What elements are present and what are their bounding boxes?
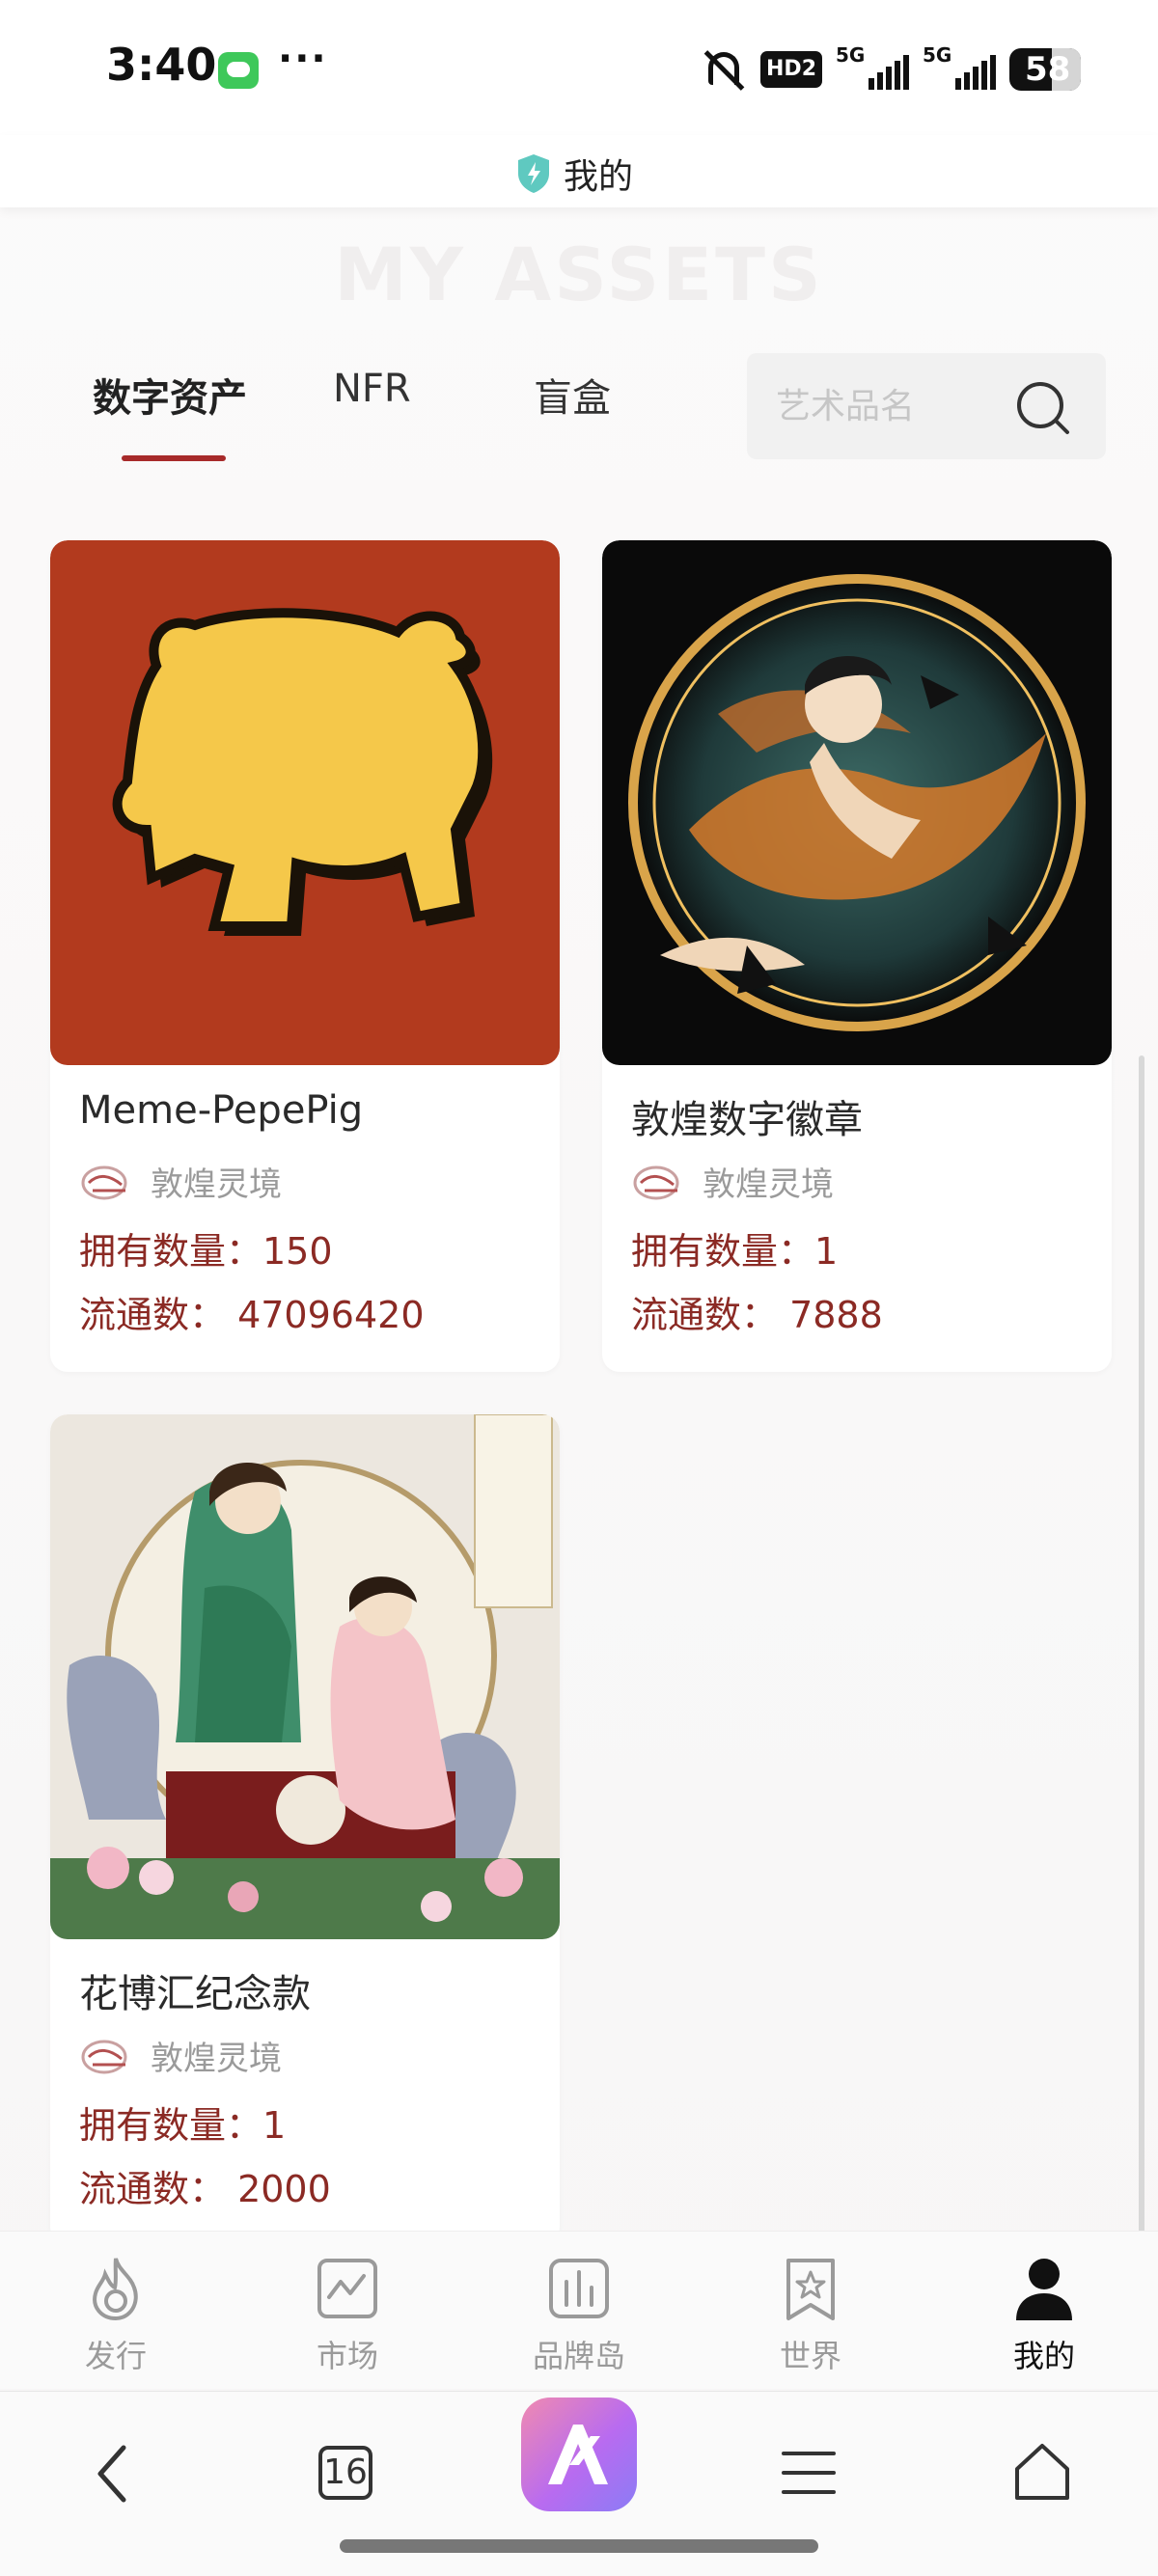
nav-item-issue[interactable]: 发行 <box>53 2253 179 2376</box>
asset-image-dunhuang-badge <box>602 540 1112 1065</box>
home-indicator[interactable] <box>340 2539 818 2553</box>
signal-icon-2: 5G <box>923 43 996 90</box>
app-logo-icon <box>548 2425 608 2484</box>
owned-count: 拥有数量：1 <box>79 2104 287 2147</box>
star-bookmark-icon <box>786 2259 835 2320</box>
brand-name: 敦煌灵境 <box>151 1165 282 1204</box>
page-title: 我的 <box>564 157 634 197</box>
tab-digital-assets[interactable]: 数字资产 <box>93 367 247 423</box>
search-box <box>747 353 1106 459</box>
brand-logo-icon <box>81 1165 127 1199</box>
active-tab-indicator <box>122 455 226 461</box>
watermark-heading: MY ASSETS <box>334 232 824 317</box>
brand-row: 敦煌灵境 <box>79 1158 282 1205</box>
asset-name: 花博汇纪念款 <box>79 1972 311 2016</box>
brand-row: 敦煌灵境 <box>631 1158 834 1205</box>
more-notifications-icon: ··· <box>278 37 328 81</box>
bottom-nav: 发行 市场 品牌岛 世界 我的 <box>0 2231 1158 2389</box>
tab-blind-box[interactable]: 盲盒 <box>534 367 611 423</box>
brand-logo-icon <box>81 2040 127 2073</box>
tab-nfr[interactable]: NFR <box>333 367 411 411</box>
brand-row: 敦煌灵境 <box>79 2032 282 2079</box>
hd-voice-icon: HD2 <box>760 51 822 88</box>
mute-icon <box>701 48 747 91</box>
nav-label: 世界 <box>779 2338 841 2374</box>
flame-icon <box>93 2258 138 2321</box>
menu-icon[interactable] <box>780 2446 838 2500</box>
scrollbar[interactable] <box>1139 1055 1144 2316</box>
status-bar: 3:40 ··· HD2 5G 5G 58 <box>0 0 1158 135</box>
bar-chart-icon <box>549 2259 609 2318</box>
asset-card[interactable]: 花博汇纪念款 敦煌灵境 拥有数量：1 流通数： 2000 <box>50 1414 560 2244</box>
status-time: 3:40 <box>106 39 217 91</box>
circulation-count: 流通数： 2000 <box>79 2168 331 2210</box>
asset-image-flower-expo <box>50 1414 560 1939</box>
circulation-count: 流通数： 7888 <box>631 1294 883 1336</box>
asset-image-pepepig <box>50 540 560 1065</box>
owned-count: 拥有数量：1 <box>631 1230 839 1273</box>
asset-card[interactable]: 敦煌数字徽章 敦煌灵境 拥有数量：1 流通数： 7888 <box>602 540 1112 1372</box>
network-type-label: 5G <box>923 43 952 67</box>
asset-card[interactable]: Meme-PepePig 敦煌灵境 拥有数量：150 流通数： 47096420 <box>50 540 560 1372</box>
battery-level: 58 <box>1025 50 1071 89</box>
nav-label: 发行 <box>84 2338 147 2374</box>
page-header: 我的 <box>0 135 1158 207</box>
brand-name: 敦煌灵境 <box>703 1165 834 1204</box>
back-chevron-icon[interactable] <box>89 2440 137 2507</box>
dunhuang-apsara-image <box>628 574 1086 1031</box>
tab-count-button[interactable]: 16 <box>318 2446 372 2500</box>
search-icon[interactable] <box>1015 380 1071 436</box>
nav-label: 市场 <box>316 2338 378 2374</box>
nav-item-mine[interactable]: 我的 <box>981 2253 1107 2376</box>
home-icon[interactable] <box>1011 2440 1073 2504</box>
nav-item-market[interactable]: 市场 <box>285 2253 410 2376</box>
search-input[interactable] <box>776 380 998 432</box>
owned-count: 拥有数量：150 <box>79 1230 333 1273</box>
nav-label: 品牌岛 <box>532 2338 625 2374</box>
nav-item-brand-island[interactable]: 品牌岛 <box>516 2253 642 2376</box>
network-type-label: 5G <box>836 43 866 67</box>
pig-silhouette-image <box>112 608 493 936</box>
system-icons: HD2 5G 5G 58 <box>701 43 1081 91</box>
asset-name: Meme-PepePig <box>79 1088 364 1133</box>
nav-item-world[interactable]: 世界 <box>748 2253 873 2376</box>
app-logo-button[interactable] <box>521 2398 637 2511</box>
signal-icon-1: 5G <box>836 43 909 90</box>
circulation-count: 流通数： 47096420 <box>79 1294 425 1336</box>
shield-bolt-icon <box>518 154 549 193</box>
brand-name: 敦煌灵境 <box>151 2040 282 2078</box>
battery-icon: 58 <box>1009 48 1081 91</box>
user-icon <box>1016 2259 1072 2320</box>
brand-logo-icon <box>633 1165 679 1199</box>
page: 3:40 ··· HD2 5G 5G 58 我的 MY ASSETS 数字资产 … <box>0 0 1158 2576</box>
asset-name: 敦煌数字徽章 <box>631 1098 863 1142</box>
message-notification-icon <box>218 52 259 89</box>
flower-expo-illustration <box>50 1414 560 1939</box>
trend-chart-icon <box>317 2259 377 2318</box>
nav-label: 我的 <box>1012 2338 1075 2374</box>
